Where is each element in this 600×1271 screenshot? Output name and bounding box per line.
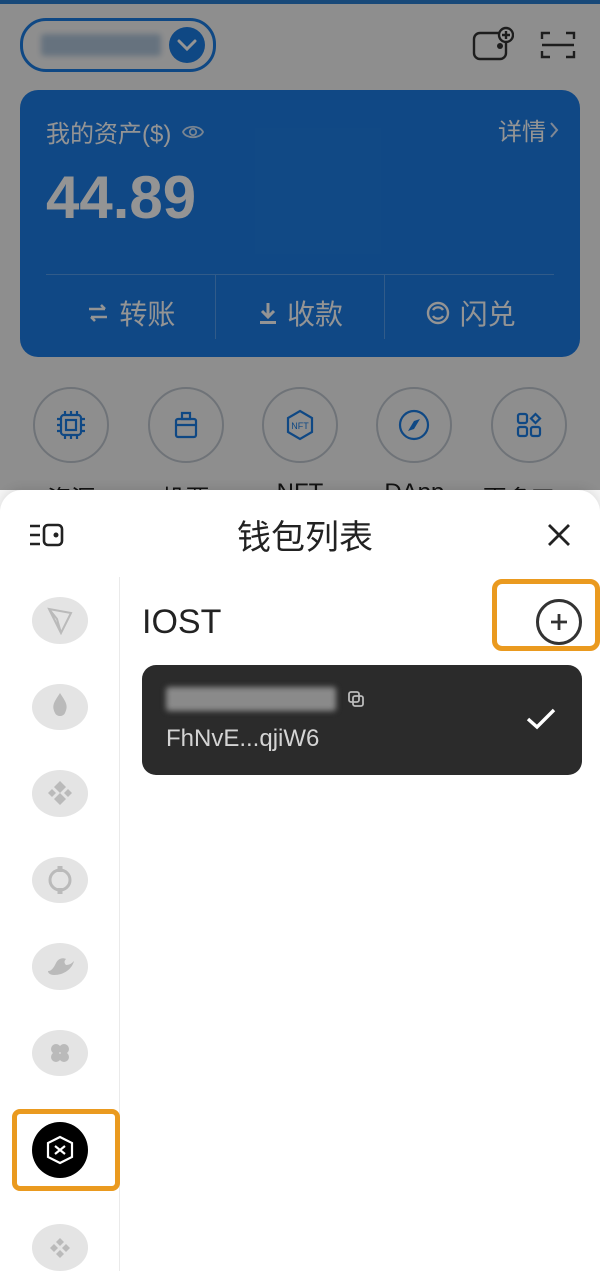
asset-card: 我的资产($) 44.89 详情 转账 收款 闪兑 [20, 90, 580, 357]
manage-wallets-icon[interactable] [26, 518, 66, 552]
add-wallet-icon[interactable] [470, 25, 514, 65]
swap-button[interactable]: 闪兑 [385, 275, 554, 339]
chain-bsc-icon[interactable] [32, 1224, 88, 1271]
chain-bnb-icon[interactable] [32, 770, 88, 817]
wallet-name-blurred [41, 34, 161, 56]
chain-huobi-icon[interactable] [32, 684, 88, 731]
vote-icon [148, 387, 224, 463]
cpu-icon [33, 387, 109, 463]
wallet-selector[interactable] [20, 18, 216, 72]
nft-icon: NFT [262, 387, 338, 463]
chevron-down-icon [169, 27, 205, 63]
chain-name-label: IOST [142, 603, 221, 642]
close-icon[interactable] [544, 520, 574, 550]
receive-button[interactable]: 收款 [216, 275, 386, 339]
grid-icon [491, 387, 567, 463]
wallet-list-sheet: 钱包列表 IOST [0, 490, 600, 1271]
eye-icon[interactable] [181, 123, 205, 141]
add-wallet-button[interactable] [536, 599, 582, 645]
scan-icon[interactable] [536, 25, 580, 65]
chain-rail [0, 577, 120, 1271]
wallet-panel: IOST FhNvE...qjiW6 [120, 577, 600, 1271]
chain-clover-icon[interactable] [32, 1030, 88, 1077]
compass-icon [376, 387, 452, 463]
transfer-button[interactable]: 转账 [46, 275, 216, 339]
asset-amount: 44.89 [46, 163, 554, 232]
top-bar [0, 4, 600, 86]
wallet-card[interactable]: FhNvE...qjiW6 [142, 665, 582, 775]
asset-label: 我的资产($) [46, 114, 171, 149]
chain-polkadot-icon[interactable] [32, 857, 88, 904]
asset-detail-link[interactable]: 详情 [498, 112, 560, 147]
chain-tron-icon[interactable] [32, 597, 88, 644]
check-icon [524, 701, 558, 740]
sheet-title: 钱包列表 [66, 510, 544, 559]
wallet-address: FhNvE...qjiW6 [166, 725, 366, 753]
svg-text:NFT: NFT [291, 421, 309, 431]
wallet-card-name-blurred [166, 687, 336, 711]
copy-icon[interactable] [346, 689, 366, 709]
chain-iost-icon[interactable] [32, 1122, 88, 1178]
chain-bird-icon[interactable] [32, 943, 88, 990]
